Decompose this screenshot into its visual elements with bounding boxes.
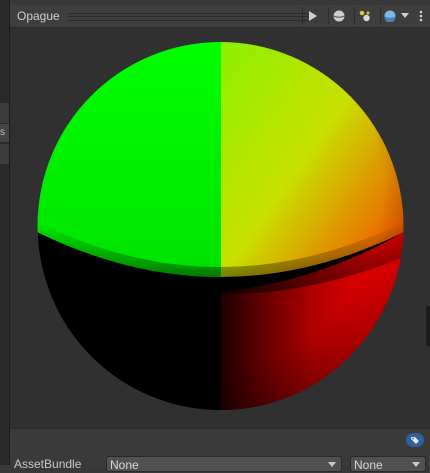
- preview-header: Opague: [10, 5, 430, 28]
- assetbundle-value: None: [110, 458, 139, 472]
- left-panel-tab[interactable]: [0, 144, 9, 164]
- assetbundle-variant-value: None: [354, 458, 383, 472]
- assetbundle-variant-dropdown[interactable]: None: [350, 456, 426, 472]
- play-icon: [309, 11, 317, 21]
- preview-title: Opague: [17, 9, 60, 23]
- left-panel-tab-label: s: [0, 127, 5, 138]
- tag-icon: [406, 433, 424, 447]
- assetbundle-dropdown[interactable]: None: [106, 456, 342, 472]
- left-panel-edge: s: [0, 0, 10, 465]
- material-preview-viewport[interactable]: [10, 28, 430, 428]
- left-panel-tab[interactable]: [0, 103, 9, 123]
- preview-mesh-button[interactable]: [328, 7, 349, 25]
- preview-side-gizmo[interactable]: [426, 306, 430, 346]
- left-panel-tab-active[interactable]: s: [0, 124, 9, 142]
- dropdown-arrow-icon: [400, 13, 409, 18]
- more-menu-icon: [419, 10, 423, 22]
- lighting-icon: [359, 10, 370, 22]
- background-icon: [384, 10, 395, 22]
- play-button[interactable]: [302, 7, 323, 25]
- drag-handle[interactable]: [68, 13, 308, 21]
- sphere-mesh-icon: [333, 10, 345, 22]
- preview-sphere: [37, 42, 404, 410]
- asset-bundle-bar: AssetBundle None None: [10, 428, 430, 472]
- preview-background-dropdown[interactable]: [380, 7, 411, 25]
- preview-lighting-button[interactable]: [354, 7, 375, 25]
- assetbundle-label: AssetBundle: [14, 457, 82, 471]
- tag-button[interactable]: [406, 433, 424, 447]
- more-menu-button[interactable]: [413, 7, 429, 25]
